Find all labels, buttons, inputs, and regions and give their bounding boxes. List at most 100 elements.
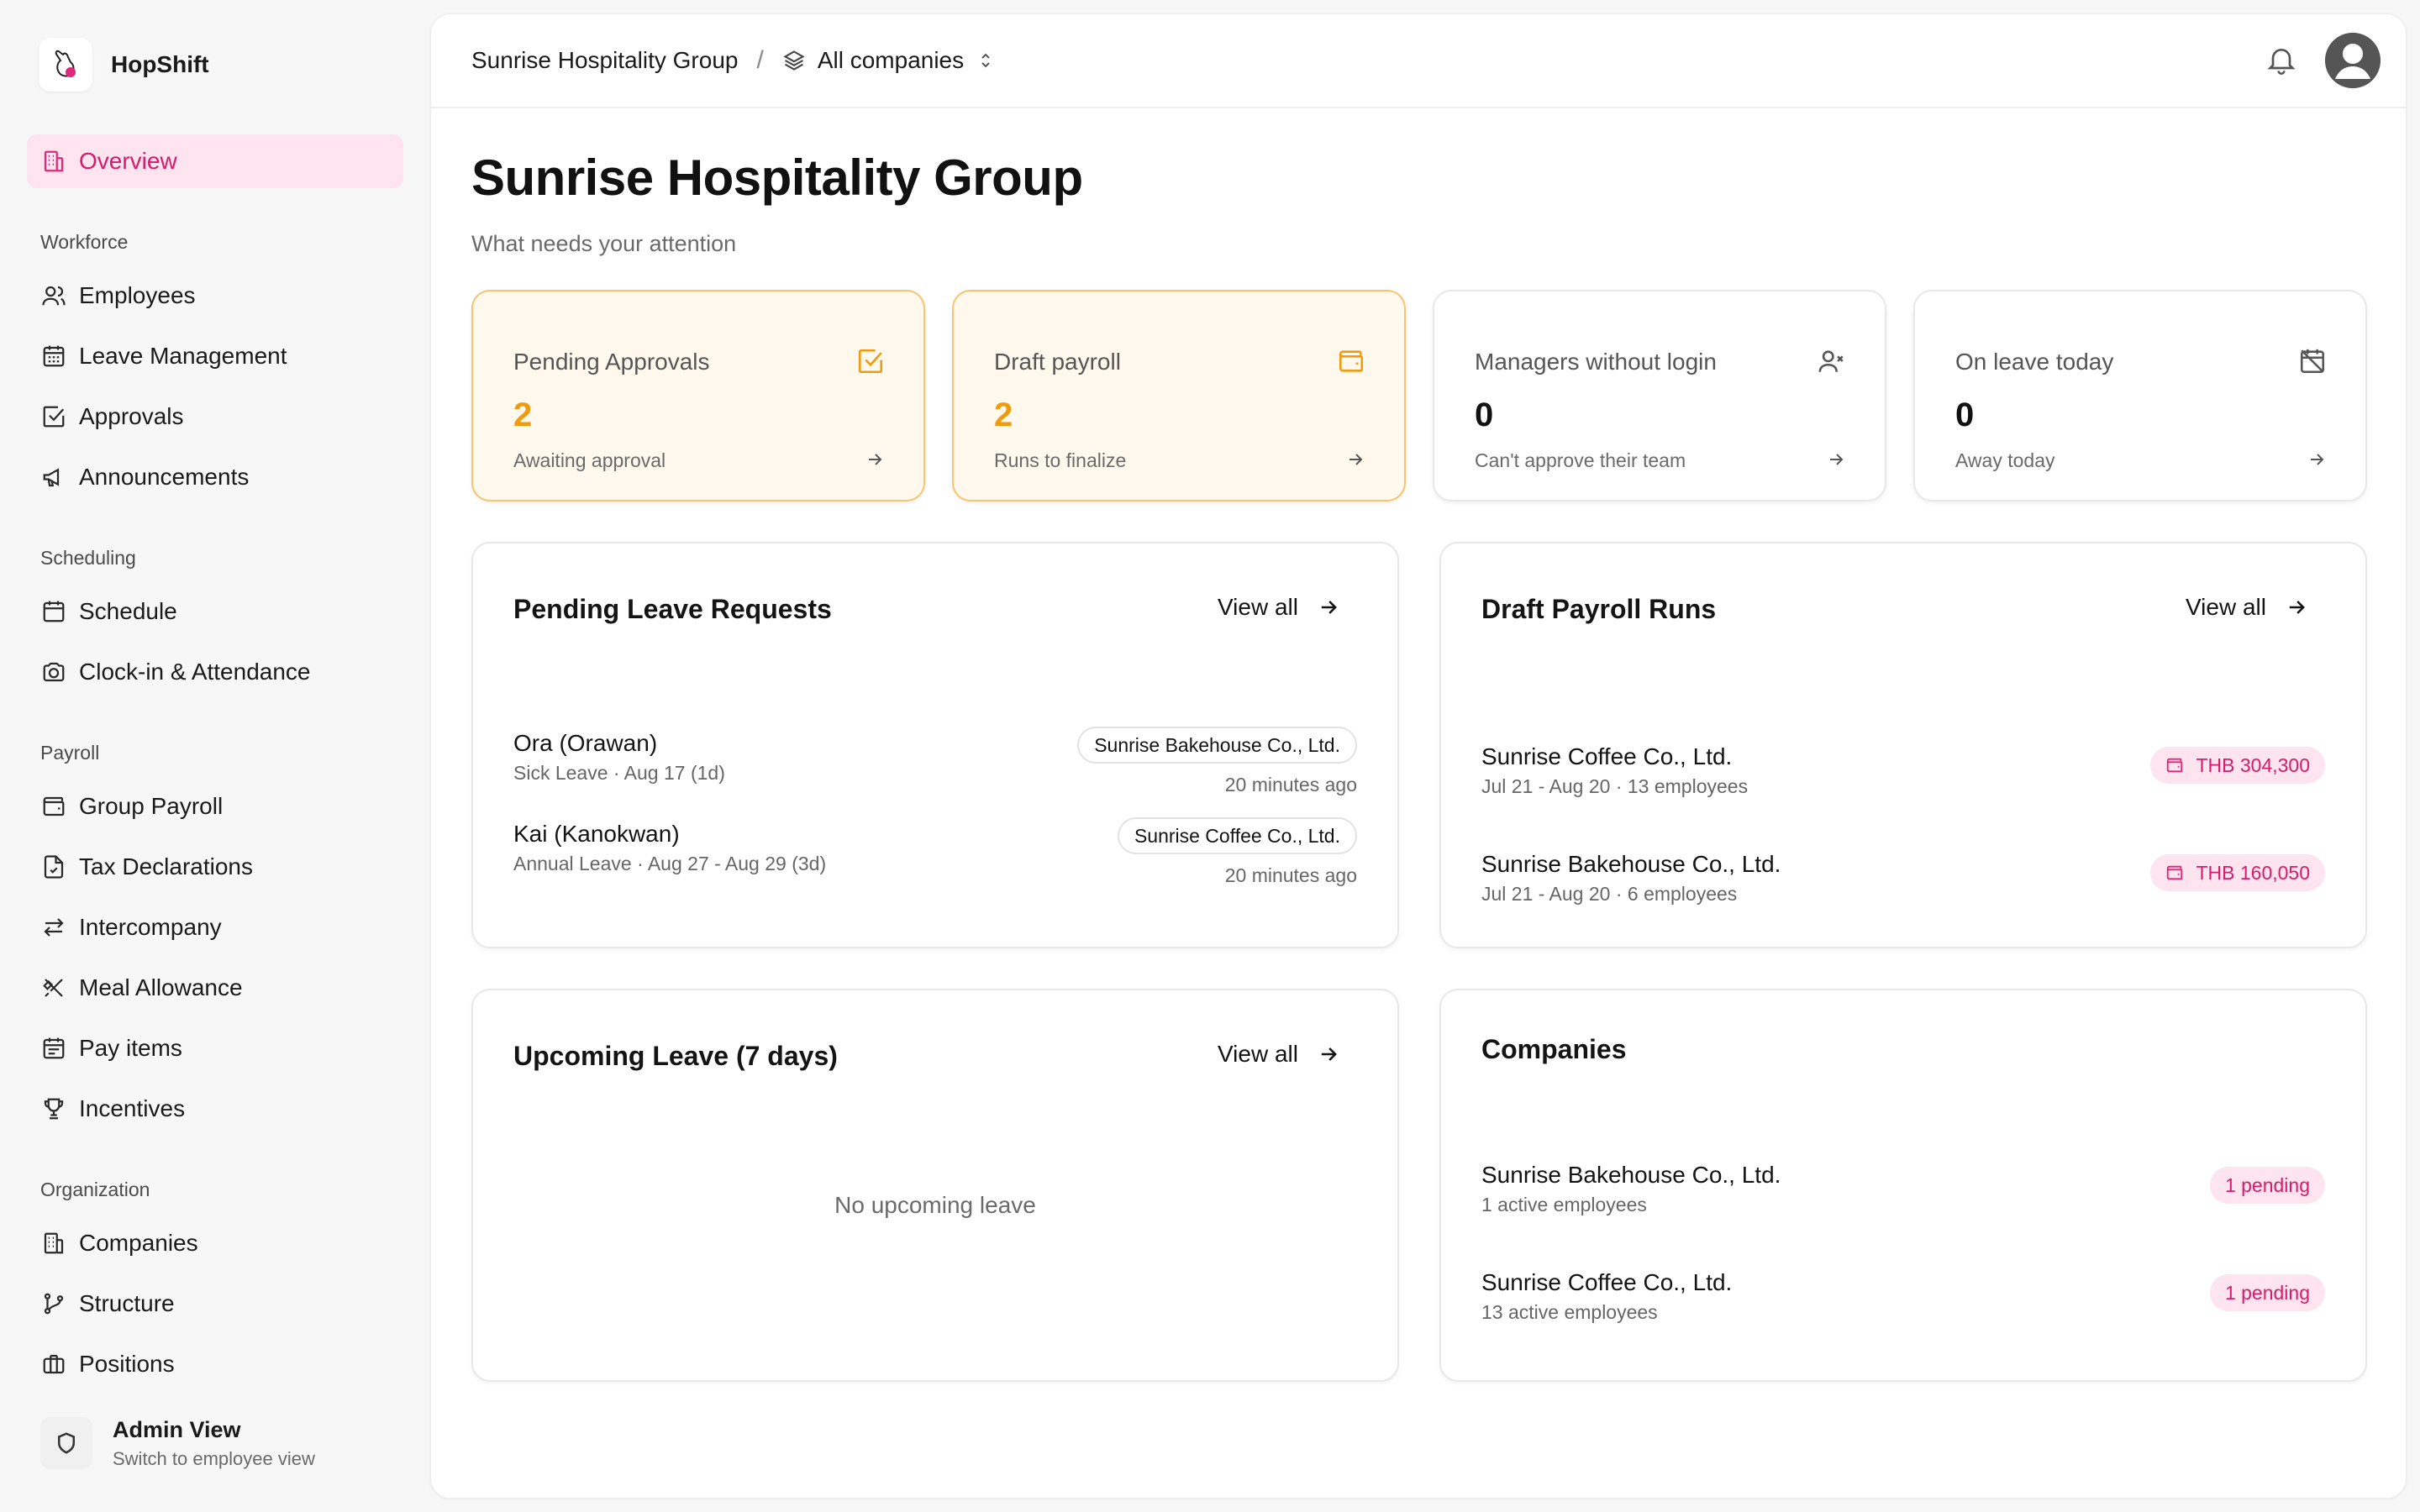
stat-card-managers-without-login[interactable]: Managers without login 0 Can't approve t… [1433, 290, 1886, 501]
nav-label: Tax Declarations [79, 853, 253, 879]
view-all-label: View all [1218, 1041, 1298, 1067]
pending-badge: 1 pending [2209, 1274, 2325, 1311]
nav-item-intercompany[interactable]: Intercompany [27, 900, 403, 954]
nav-item-companies[interactable]: Companies [27, 1216, 403, 1270]
nav-label: Announcements [79, 464, 250, 490]
stat-subtitle: Runs to finalize [994, 449, 1127, 471]
nav-label: Schedule [79, 598, 177, 624]
admin-view-switcher[interactable]: Admin View Switch to employee view [40, 1411, 315, 1475]
panel-draft-payroll-runs: Draft Payroll Runs View all Sunrise Coff… [1439, 542, 2367, 948]
view-all-link[interactable]: View all [1218, 594, 1340, 621]
view-all-label: View all [2186, 594, 2266, 620]
view-all-link[interactable]: View all [1218, 1041, 1340, 1068]
nav-label: Employees [79, 282, 196, 308]
panel-title: Draft Payroll Runs [1481, 594, 1717, 624]
amount-badge: THB 160,050 [2150, 854, 2325, 891]
nav-item-structure[interactable]: Structure [27, 1277, 403, 1331]
view-all-link[interactable]: View all [2186, 594, 2308, 621]
stat-card-on-leave-today[interactable]: On leave today 0 Away today [1913, 290, 2367, 501]
wallet-icon [2165, 864, 2184, 882]
timestamp: 20 minutes ago [1224, 774, 1357, 795]
nav-item-pay-items[interactable]: Pay items [27, 1021, 403, 1075]
company-name: Sunrise Coffee Co., Ltd. [1481, 1269, 1733, 1295]
list-item[interactable]: Sunrise Bakehouse Co., Ltd. 1 active emp… [1481, 1162, 2325, 1237]
nav-label: Companies [79, 1230, 198, 1256]
list-item[interactable]: Ora (Orawan) Sick Leave · Aug 17 (1d) Su… [513, 727, 1357, 806]
trophy-icon [40, 1095, 67, 1122]
calendar-grid-icon [40, 343, 67, 370]
nav-item-schedule[interactable]: Schedule [27, 585, 403, 638]
nav-item-group-payroll[interactable]: Group Payroll [27, 780, 403, 833]
section-label-organization: Organization [40, 1179, 150, 1200]
file-check-icon [40, 853, 67, 880]
git-branch-icon [40, 1290, 67, 1317]
bell-icon[interactable] [2265, 43, 2298, 76]
wallet-icon [1337, 347, 1365, 375]
stat-value: 2 [513, 396, 533, 433]
nav-item-leave-management[interactable]: Leave Management [27, 329, 403, 383]
employee-count: 13 active employees [1481, 1301, 1658, 1323]
calendar-list-icon [40, 1035, 67, 1062]
amount-value: THB 304,300 [2196, 753, 2310, 776]
payroll-detail: Jul 21 - Aug 20 · 6 employees [1481, 883, 1738, 905]
check-square-icon [40, 403, 67, 430]
list-item[interactable]: Kai (Kanokwan) Annual Leave · Aug 27 - A… [513, 817, 1357, 896]
megaphone-icon [40, 464, 67, 491]
wallet-icon [40, 793, 67, 820]
calendar-icon [40, 598, 67, 625]
stat-value: 0 [1475, 396, 1494, 433]
list-item[interactable]: Sunrise Bakehouse Co., Ltd. Jul 21 - Aug… [1481, 851, 2325, 927]
nav-item-employees[interactable]: Employees [27, 269, 403, 323]
company-chip: Sunrise Bakehouse Co., Ltd. [1077, 727, 1357, 764]
nav-item-clock-in[interactable]: Clock-in & Attendance [27, 645, 403, 699]
breadcrumb-group[interactable]: Sunrise Hospitality Group [471, 47, 738, 74]
nav-item-approvals[interactable]: Approvals [27, 390, 403, 444]
nav-label: Positions [79, 1351, 175, 1377]
panel-title: Companies [1481, 1034, 1627, 1064]
nav-item-meal-allowance[interactable]: Meal Allowance [27, 961, 403, 1015]
topbar: Sunrise Hospitality Group / All companie… [431, 14, 2406, 108]
payroll-detail: Jul 21 - Aug 20 · 13 employees [1481, 775, 1749, 797]
employee-name: Ora (Orawan) [513, 730, 658, 756]
nav-label: Intercompany [79, 914, 222, 940]
section-label-workforce: Workforce [40, 231, 129, 253]
nav-label: Overview [79, 148, 177, 174]
nav-item-overview[interactable]: Overview [27, 134, 403, 188]
company-chip: Sunrise Coffee Co., Ltd. [1117, 817, 1357, 854]
stat-title: Managers without login [1475, 349, 1717, 375]
nav-item-tax-declarations[interactable]: Tax Declarations [27, 840, 403, 894]
stat-card-draft-payroll[interactable]: Draft payroll 2 Runs to finalize [952, 290, 1406, 501]
nav-item-announcements[interactable]: Announcements [27, 450, 403, 504]
stat-subtitle: Awaiting approval [513, 449, 666, 471]
nav-label: Approvals [79, 403, 184, 429]
user-x-icon [1818, 347, 1846, 375]
camera-icon [40, 659, 67, 685]
stat-card-pending-approvals[interactable]: Pending Approvals 2 Awaiting approval [471, 290, 925, 501]
nav-label: Leave Management [79, 343, 287, 369]
main-panel: Sunrise Hospitality Group / All companie… [430, 13, 2407, 1499]
utensils-crossed-icon [40, 974, 67, 1001]
arrow-right-icon [2285, 596, 2308, 619]
list-item[interactable]: Sunrise Coffee Co., Ltd. 13 active emplo… [1481, 1269, 2325, 1345]
arrow-right-icon [865, 449, 885, 470]
arrow-right-icon [1345, 449, 1365, 470]
company-name: Sunrise Coffee Co., Ltd. [1481, 743, 1733, 769]
nav-item-positions[interactable]: Positions [27, 1337, 403, 1391]
users-icon [40, 282, 67, 309]
company-selector[interactable]: All companies [782, 47, 996, 74]
list-item[interactable]: Sunrise Coffee Co., Ltd. Jul 21 - Aug 20… [1481, 743, 2325, 819]
breadcrumb-separator: / [756, 46, 764, 74]
employee-count: 1 active employees [1481, 1194, 1647, 1215]
view-all-label: View all [1218, 594, 1298, 620]
panel-pending-leave-requests: Pending Leave Requests View all Ora (Ora… [471, 542, 1399, 948]
brand[interactable]: HopShift [39, 37, 209, 92]
panel-title: Upcoming Leave (7 days) [513, 1041, 838, 1071]
nav-label: Pay items [79, 1035, 182, 1061]
empty-state: No upcoming leave [834, 1192, 1036, 1218]
calendar-off-icon [2298, 347, 2327, 375]
shield-icon [40, 1417, 92, 1469]
brand-name: HopShift [111, 51, 209, 77]
nav-item-incentives[interactable]: Incentives [27, 1082, 403, 1136]
nav-label: Incentives [79, 1095, 186, 1121]
avatar[interactable] [2325, 33, 2381, 88]
